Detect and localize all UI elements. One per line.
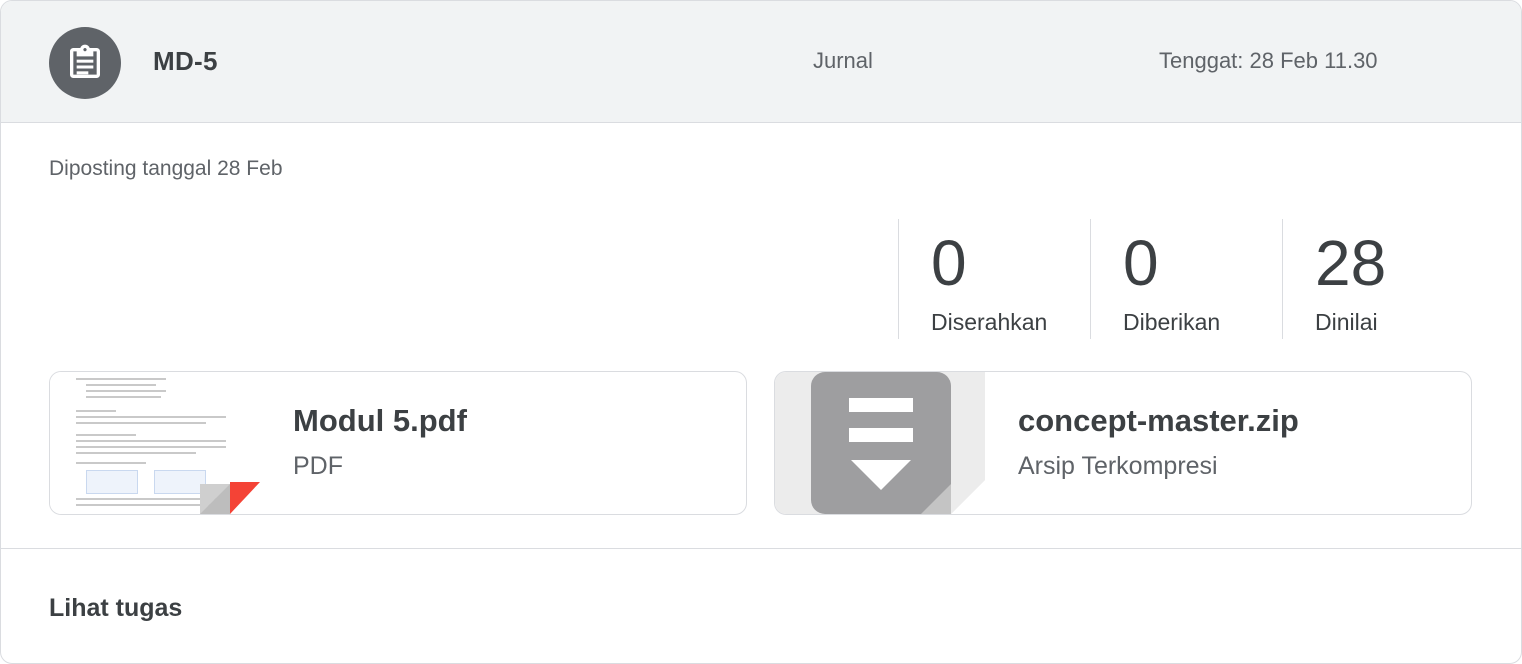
stat-graded[interactable]: 28 Dinilai (1282, 219, 1473, 339)
attachment-type: PDF (293, 452, 343, 480)
stat-value: 28 (1315, 227, 1387, 299)
attachment-name: concept-master.zip (1018, 403, 1299, 438)
assignment-header[interactable]: MD-5 Jurnal Tenggat: 28 Feb 11.30 (1, 1, 1521, 123)
posted-date: Diposting tanggal 28 Feb (49, 157, 283, 180)
stat-assigned[interactable]: 0 Diberikan (1090, 219, 1281, 339)
assignment-card: MD-5 Jurnal Tenggat: 28 Feb 11.30 Dipost… (0, 0, 1522, 664)
clipboard-icon (70, 44, 100, 78)
assignment-icon (49, 27, 121, 99)
pdf-corner-icon (200, 482, 260, 514)
attachment-name: Modul 5.pdf (293, 403, 467, 438)
pdf-thumbnail (50, 372, 260, 514)
attachment-zip[interactable]: concept-master.zip Arsip Terkompresi (774, 371, 1472, 515)
zip-thumbnail (775, 372, 985, 514)
stat-label: Dinilai (1315, 309, 1378, 335)
view-assignment-link[interactable]: Lihat tugas (49, 594, 182, 623)
stat-label: Diserahkan (931, 309, 1048, 335)
zip-archive-icon (811, 372, 985, 514)
stat-turned-in[interactable]: 0 Diserahkan (898, 219, 1089, 339)
stat-value: 0 (1123, 227, 1159, 299)
stat-label: Diberikan (1123, 309, 1221, 335)
footer-divider (1, 548, 1521, 549)
attachment-type: Arsip Terkompresi (1018, 452, 1218, 480)
attachment-pdf[interactable]: Modul 5.pdf PDF (49, 371, 747, 515)
due-date: Tenggat: 28 Feb 11.30 (1159, 48, 1378, 73)
topic-label: Jurnal (813, 48, 873, 73)
assignment-title: MD-5 (153, 46, 218, 76)
stat-value: 0 (931, 227, 967, 299)
